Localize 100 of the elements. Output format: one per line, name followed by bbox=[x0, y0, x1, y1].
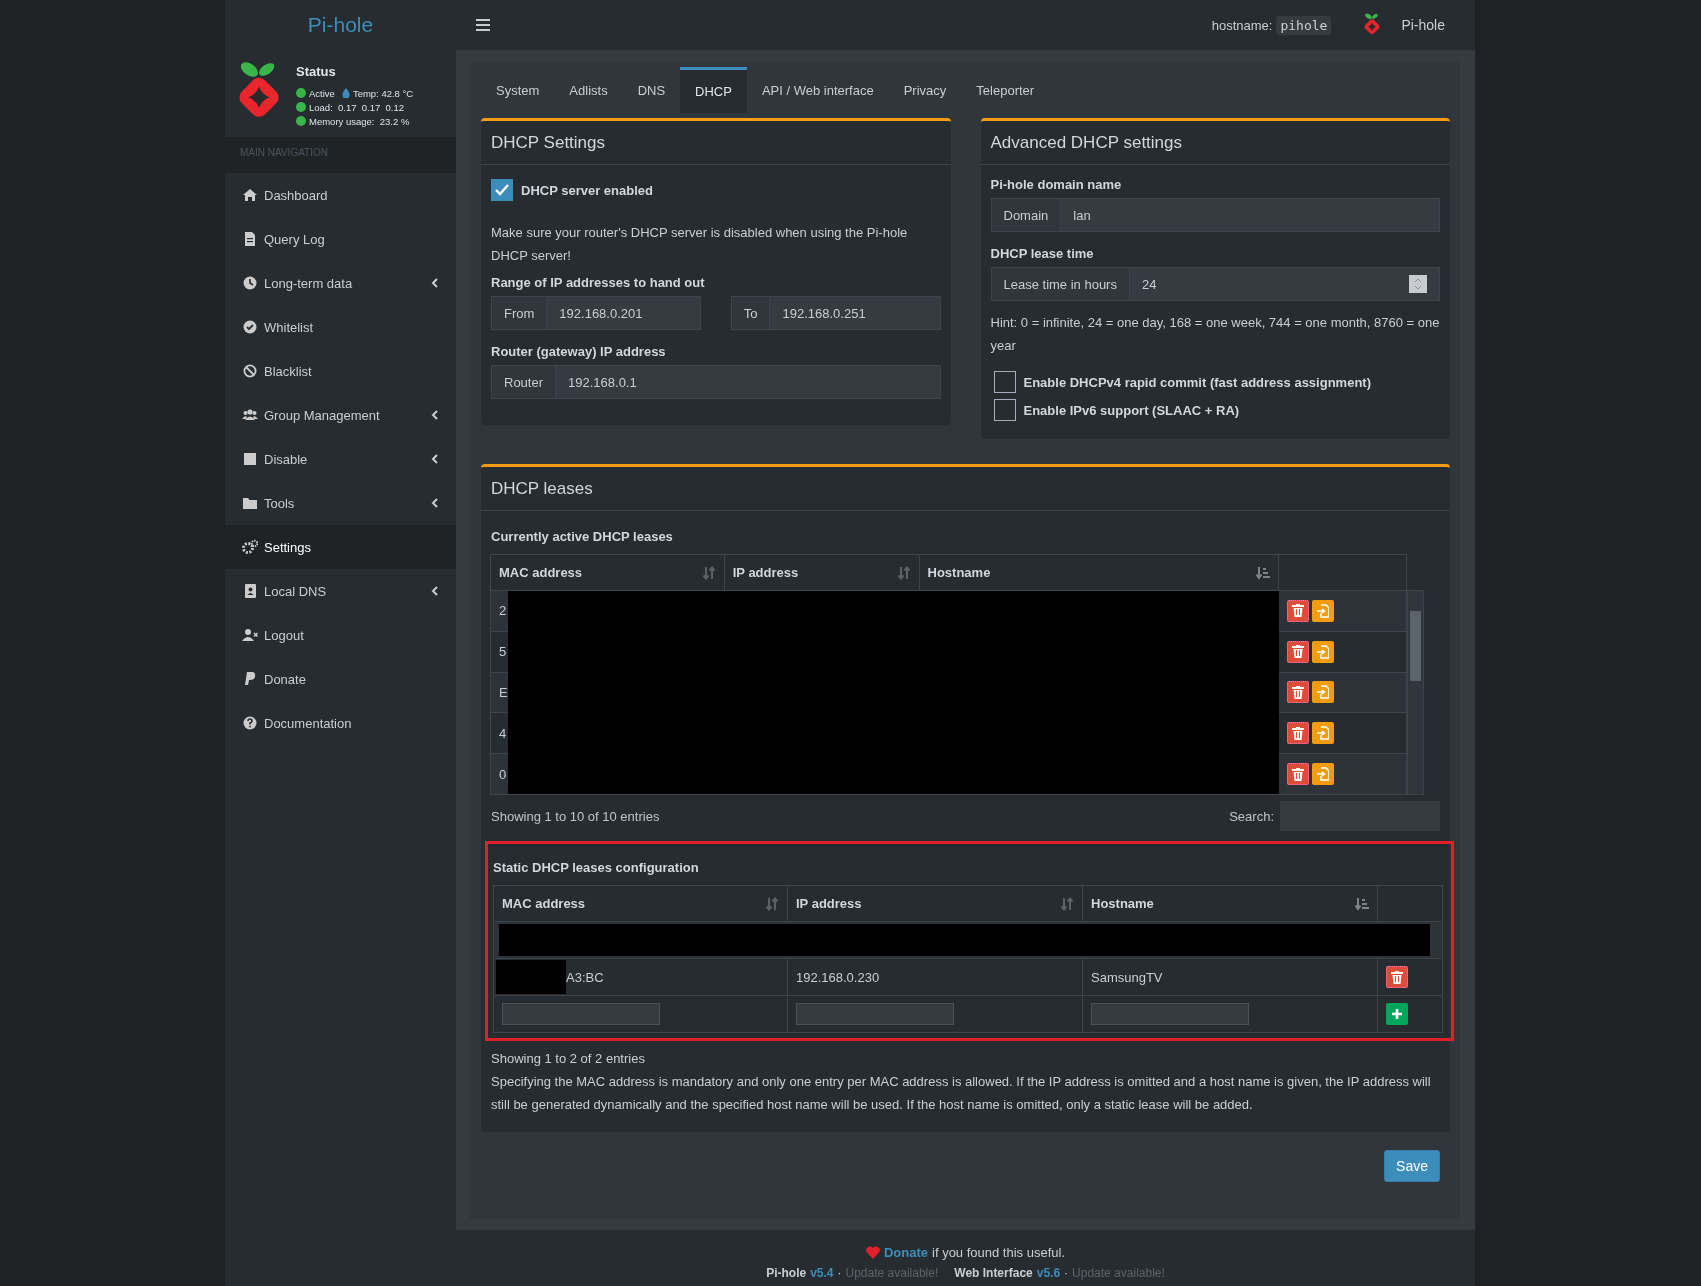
sidebar-item[interactable]: Dashboard bbox=[225, 173, 456, 217]
chevron-left-icon[interactable] bbox=[431, 454, 438, 464]
delete-button[interactable] bbox=[1287, 763, 1310, 786]
input-field[interactable] bbox=[502, 1003, 660, 1025]
sidebar-item[interactable]: Tools bbox=[225, 481, 456, 525]
settings-tab[interactable]: Privacy bbox=[888, 67, 962, 113]
checkbox[interactable] bbox=[993, 371, 1016, 393]
contact-card-icon bbox=[242, 583, 258, 599]
checkbox-label[interactable]: Enable IPv6 support (SLAAC + RA) bbox=[1023, 402, 1240, 418]
file-arrow-icon bbox=[1317, 603, 1330, 618]
input-group[interactable]: Router 192.168.0.1 bbox=[491, 365, 941, 399]
sidebar-item[interactable]: Disable bbox=[225, 437, 456, 481]
trash-icon bbox=[1292, 767, 1305, 781]
input-addon: Domain bbox=[991, 199, 1062, 231]
input-value: 24 bbox=[1141, 276, 1157, 292]
settings-tab[interactable]: Adlists bbox=[554, 67, 623, 113]
column-header[interactable]: MAC address bbox=[490, 554, 725, 591]
checkbox[interactable] bbox=[491, 179, 513, 201]
donate-link[interactable]: Donate bbox=[883, 1244, 929, 1260]
brand-title[interactable]: Pi-hole bbox=[225, 13, 456, 37]
version-link[interactable]: v5.6 bbox=[1036, 1266, 1061, 1280]
status-title: Status bbox=[296, 64, 337, 79]
sidebar-item[interactable]: Logout bbox=[225, 613, 456, 657]
checkbox-label[interactable]: DHCP server enabled bbox=[521, 182, 653, 198]
settings-tab[interactable]: Teleporter bbox=[961, 67, 1050, 113]
file-arrow-icon bbox=[1317, 685, 1330, 700]
input-group[interactable]: To 192.168.0.251 bbox=[730, 296, 941, 330]
sidebar-item[interactable]: Group Management bbox=[225, 393, 456, 437]
sidebar-item[interactable]: Local DNS bbox=[225, 569, 456, 613]
home-icon bbox=[242, 187, 258, 203]
column-header[interactable]: IP address bbox=[724, 554, 920, 591]
chevron-left-icon[interactable] bbox=[431, 278, 438, 288]
check-circle-icon bbox=[242, 319, 258, 335]
column-header[interactable]: IP address bbox=[787, 885, 1083, 922]
save-button[interactable]: Save bbox=[1384, 1150, 1440, 1182]
settings-tab[interactable]: DNS bbox=[622, 67, 681, 113]
sidebar-item[interactable]: Whitelist bbox=[225, 305, 456, 349]
sidebar-item[interactable]: Documentation bbox=[225, 701, 456, 745]
version-label: Pi-hole bbox=[766, 1266, 807, 1280]
copy-to-static-button[interactable] bbox=[1312, 763, 1335, 786]
input-value: lan bbox=[1073, 207, 1091, 223]
checkbox[interactable] bbox=[993, 399, 1016, 421]
input-group[interactable]: Lease time in hours 24 bbox=[990, 267, 1440, 301]
table-cell: A3:BC bbox=[566, 969, 604, 985]
delete-button[interactable] bbox=[1287, 640, 1310, 663]
user-name[interactable]: Pi-hole bbox=[1401, 17, 1445, 33]
status-text: Temp: 42.8 °C bbox=[352, 87, 414, 99]
trash-icon bbox=[1292, 686, 1305, 699]
column-header[interactable]: MAC address bbox=[493, 885, 788, 922]
version-link[interactable]: v5.4 bbox=[810, 1266, 834, 1280]
drop-icon bbox=[341, 88, 350, 98]
hostname-label: hostname: bbox=[1211, 17, 1273, 33]
table-cell: SamsungTV bbox=[1091, 969, 1163, 985]
delete-button[interactable] bbox=[1287, 599, 1310, 622]
p-letter-icon bbox=[242, 671, 258, 687]
scrollbar[interactable] bbox=[1407, 590, 1424, 795]
sidebar-item[interactable]: Donate bbox=[225, 657, 456, 701]
chevron-left-icon[interactable] bbox=[431, 410, 438, 420]
column-header[interactable]: Hostname bbox=[1082, 885, 1378, 922]
input-field[interactable] bbox=[1091, 1003, 1249, 1025]
ban-icon bbox=[242, 363, 258, 379]
sidebar-item[interactable]: Settings bbox=[225, 525, 456, 569]
settings-tab[interactable]: API / Web interface bbox=[746, 67, 889, 113]
input-addon: Lease time in hours bbox=[991, 268, 1130, 300]
users-icon bbox=[242, 407, 258, 423]
menu-icon[interactable] bbox=[476, 19, 490, 31]
user-remove-icon bbox=[242, 627, 258, 643]
add-button[interactable] bbox=[1386, 1003, 1408, 1025]
input-addon: From bbox=[492, 297, 548, 329]
column-header[interactable]: Hostname bbox=[919, 554, 1279, 591]
delete-button[interactable] bbox=[1287, 681, 1310, 704]
status-dot-icon bbox=[296, 88, 306, 98]
file-arrow-icon bbox=[1317, 767, 1330, 782]
input-group[interactable]: From 192.168.0.201 bbox=[491, 296, 701, 330]
hint-text: Hint: 0 = infinite, 24 = one day, 168 = one week, 744 = one month, 8760 = one year bbox=[990, 314, 1440, 355]
input-value: 192.168.0.201 bbox=[559, 305, 643, 321]
square-icon bbox=[242, 451, 258, 467]
chevron-left-icon[interactable] bbox=[431, 498, 438, 508]
copy-to-static-button[interactable] bbox=[1312, 599, 1335, 622]
settings-tab[interactable]: System bbox=[481, 67, 555, 113]
note-text: Specifying the MAC address is mandatory and only one entry per MAC address is allowed. If the IP address is omitted and a host name is given, the IP address will still be generated dynamically and the specified host name will be used. If the host name is omitted, only a static lease will be added. bbox=[491, 1073, 1432, 1114]
copy-to-static-button[interactable] bbox=[1312, 640, 1335, 663]
section-heading: Static DHCP leases configuration bbox=[493, 860, 700, 875]
file-arrow-icon bbox=[1317, 726, 1330, 741]
plus-icon bbox=[1391, 1008, 1403, 1020]
field-label: DHCP lease time bbox=[990, 246, 1095, 261]
sort-descending-icon[interactable] bbox=[1256, 565, 1271, 580]
copy-to-static-button[interactable] bbox=[1312, 681, 1335, 704]
sidebar-item[interactable]: Blacklist bbox=[225, 349, 456, 393]
hostname-value: pihole bbox=[1276, 15, 1332, 35]
sort-descending-icon[interactable] bbox=[1355, 896, 1369, 911]
settings-tab[interactable]: DHCP bbox=[680, 67, 747, 113]
chevron-left-icon[interactable] bbox=[431, 586, 438, 596]
checkbox-label[interactable]: Enable DHCPv4 rapid commit (fast address assignment) bbox=[1023, 374, 1371, 390]
input-group[interactable]: Domain lan bbox=[990, 198, 1440, 232]
delete-button[interactable] bbox=[1287, 722, 1310, 745]
sidebar-item[interactable]: Query Log bbox=[225, 217, 456, 261]
sidebar-item[interactable]: Long-term data bbox=[225, 261, 456, 305]
copy-to-static-button[interactable] bbox=[1312, 722, 1335, 745]
input-field[interactable] bbox=[796, 1003, 954, 1025]
